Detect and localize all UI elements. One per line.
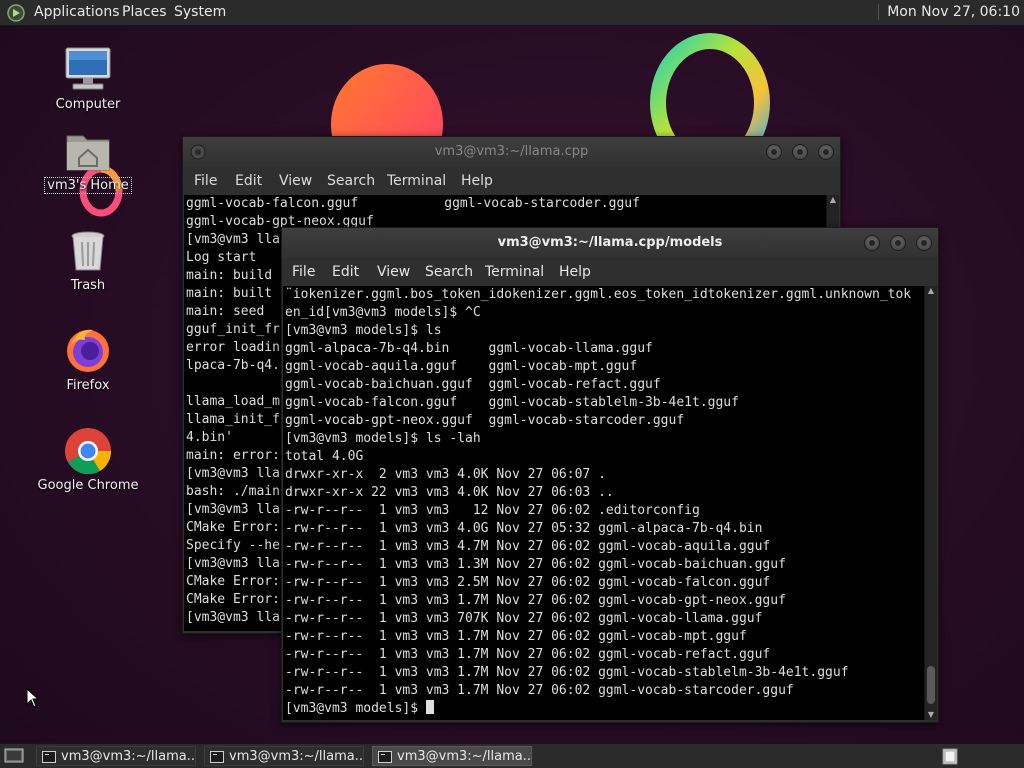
computer-icon <box>65 47 111 90</box>
desktop-icon-label: Trash <box>70 278 106 293</box>
terminal-line: -rw-r--r-- 1 vm3 vm3 1.7M Nov 27 06:02 g… <box>285 647 771 662</box>
menu-view[interactable]: View <box>279 173 312 189</box>
terminal-line: -rw-r--r-- 1 vm3 vm3 1.3M Nov 27 06:02 g… <box>285 557 786 572</box>
maximize-button[interactable] <box>890 235 906 251</box>
taskbar-window-button-active[interactable]: vm3@vm3:~/llama.... <box>372 746 532 766</box>
show-desktop-icon[interactable] <box>4 747 24 765</box>
menu-help[interactable]: Help <box>461 173 493 189</box>
desktop-icon-label: Firefox <box>66 378 110 393</box>
clock[interactable]: Mon Nov 27, 06:10 <box>878 4 1020 20</box>
scroll-up-icon[interactable]: ▲ <box>925 286 937 296</box>
taskbar-window-button[interactable]: vm3@vm3:~/llama.... <box>36 746 196 766</box>
window-title: vm3@vm3:~/llama.cpp/models <box>497 235 723 250</box>
taskbar-window-label: vm3@vm3:~/llama.... <box>61 749 196 764</box>
system-menu[interactable]: System <box>174 4 226 20</box>
menu-file[interactable]: File <box>194 173 217 189</box>
terminal-line: -rw-r--r-- 1 vm3 vm3 2.5M Nov 27 06:02 g… <box>285 575 771 590</box>
terminal-line: [vm3@vm3 models]$ ls <box>285 323 442 338</box>
desktop-icon-computer[interactable]: Computer <box>33 45 143 112</box>
window-menu-icon[interactable] <box>189 143 207 161</box>
firefox-icon <box>67 329 109 372</box>
menu-edit[interactable]: Edit <box>235 173 262 189</box>
terminal-line: total 4.0G <box>285 449 364 464</box>
terminal-line: -rw-r--r-- 1 vm3 vm3 12 Nov 27 06:02 .ed… <box>285 503 700 518</box>
wallpaper-ring-shape <box>650 33 770 143</box>
terminal-line: ¨iokenizer.ggml.bos_token_idokenizer.ggm… <box>285 287 912 302</box>
terminal-icon <box>210 751 224 763</box>
desktop-icon-trash[interactable]: Trash <box>33 228 143 293</box>
terminal-window-front[interactable]: vm3@vm3:~/llama.cpp/models File Edit Vie… <box>281 227 939 723</box>
terminal-line: ggml-vocab-baichuan.gguf ggml-vocab-refa… <box>285 377 661 392</box>
terminal-line: en_id[vm3@vm3 models]$ ^C <box>285 305 481 320</box>
applications-menu[interactable]: Applications <box>34 4 120 20</box>
desktop-icon-label: Computer <box>55 97 121 112</box>
terminal-line: ggml-vocab-falcon.gguf ggml-vocab-starco… <box>186 196 640 211</box>
mouse-cursor-icon <box>26 688 40 708</box>
scroll-up-icon[interactable]: ▲ <box>827 195 839 205</box>
terminal-line: drwxr-xr-x 22 vm3 vm3 4.0K Nov 27 06:03 … <box>285 485 614 500</box>
terminal-line: drwxr-xr-x 2 vm3 vm3 4.0K Nov 27 06:07 . <box>285 467 606 482</box>
text-cursor <box>425 700 434 714</box>
home-folder-icon <box>66 135 110 171</box>
terminal-line: [vm3@vm3 models]$ ls -lah <box>285 431 481 446</box>
menu-search[interactable]: Search <box>327 173 375 189</box>
desktop-icon-firefox[interactable]: Firefox <box>33 326 143 393</box>
terminal-line: -rw-r--r-- 1 vm3 vm3 1.7M Nov 27 06:02 g… <box>285 683 794 698</box>
titlebar[interactable]: vm3@vm3:~/llama.cpp <box>183 137 840 167</box>
menu-view[interactable]: View <box>377 264 410 280</box>
maximize-button[interactable] <box>792 144 808 160</box>
desktop-icon-home[interactable]: vm3's Home <box>33 128 143 194</box>
menu-search[interactable]: Search <box>425 264 473 280</box>
terminal-line: ggml-alpaca-7b-q4.bin ggml-vocab-llama.g… <box>285 341 653 356</box>
menu-terminal[interactable]: Terminal <box>485 264 544 280</box>
scroll-down-icon[interactable]: ▼ <box>925 710 937 720</box>
window-title: vm3@vm3:~/llama.cpp <box>434 144 589 159</box>
terminal-line: ggml-vocab-aquila.gguf ggml-vocab-mpt.gg… <box>285 359 638 374</box>
workspace-switcher-icon[interactable] <box>942 748 958 765</box>
chrome-icon <box>65 428 112 474</box>
desktop-icon-label: Google Chrome <box>37 478 139 493</box>
terminal-line: -rw-r--r-- 1 vm3 vm3 1.7M Nov 27 06:02 g… <box>285 665 849 680</box>
close-button[interactable] <box>818 144 834 160</box>
terminal-line: -rw-r--r-- 1 vm3 vm3 4.0G Nov 27 05:32 g… <box>285 521 763 536</box>
menu-file[interactable]: File <box>292 264 315 280</box>
applications-menu-icon[interactable] <box>6 3 26 23</box>
taskbar-window-button[interactable]: vm3@vm3:~/llama.... <box>204 746 364 766</box>
menubar: File Edit View Search Terminal Help <box>183 167 840 195</box>
minimize-button[interactable] <box>864 235 880 251</box>
wallpaper-orange-shape <box>331 64 443 142</box>
top-panel: Applications Places System Mon Nov 27, 0… <box>0 0 1024 26</box>
menu-terminal[interactable]: Terminal <box>387 173 446 189</box>
menu-edit[interactable]: Edit <box>332 264 359 280</box>
taskbar-window-label: vm3@vm3:~/llama.... <box>397 749 532 764</box>
desktop-icon-chrome[interactable]: Google Chrome <box>33 426 143 493</box>
terminal-line: ggml-vocab-gpt-neox.gguf ggml-vocab-star… <box>285 413 685 428</box>
scrollbar[interactable]: ▲ ▼ <box>924 286 937 720</box>
taskbar: vm3@vm3:~/llama.... vm3@vm3:~/llama.... … <box>0 743 1024 768</box>
menubar: File Edit View Search Terminal Help <box>282 258 938 286</box>
menu-help[interactable]: Help <box>559 264 591 280</box>
terminal-line: -rw-r--r-- 1 vm3 vm3 1.7M Nov 27 06:02 g… <box>285 629 747 644</box>
terminal-output[interactable]: ¨iokenizer.ggml.bos_token_idokenizer.ggm… <box>283 286 924 720</box>
terminal-icon <box>378 751 392 763</box>
desktop-icon-label: vm3's Home <box>44 177 132 194</box>
terminal-line: -rw-r--r-- 1 vm3 vm3 1.7M Nov 27 06:02 g… <box>285 593 786 608</box>
scroll-thumb[interactable] <box>927 666 935 704</box>
terminal-line: -rw-r--r-- 1 vm3 vm3 4.7M Nov 27 06:02 g… <box>285 539 771 554</box>
minimize-button[interactable] <box>766 144 782 160</box>
places-menu[interactable]: Places <box>122 4 167 20</box>
terminal-icon <box>42 751 56 763</box>
terminal-line: -rw-r--r-- 1 vm3 vm3 707K Nov 27 06:02 g… <box>285 611 763 626</box>
trash-icon <box>71 231 105 271</box>
close-button[interactable] <box>916 235 932 251</box>
taskbar-window-label: vm3@vm3:~/llama.... <box>229 749 364 764</box>
titlebar[interactable]: vm3@vm3:~/llama.cpp/models <box>282 228 938 258</box>
terminal-line: ggml-vocab-falcon.gguf ggml-vocab-stable… <box>285 395 739 410</box>
terminal-line: [vm3@vm3 models]$ <box>285 700 924 718</box>
